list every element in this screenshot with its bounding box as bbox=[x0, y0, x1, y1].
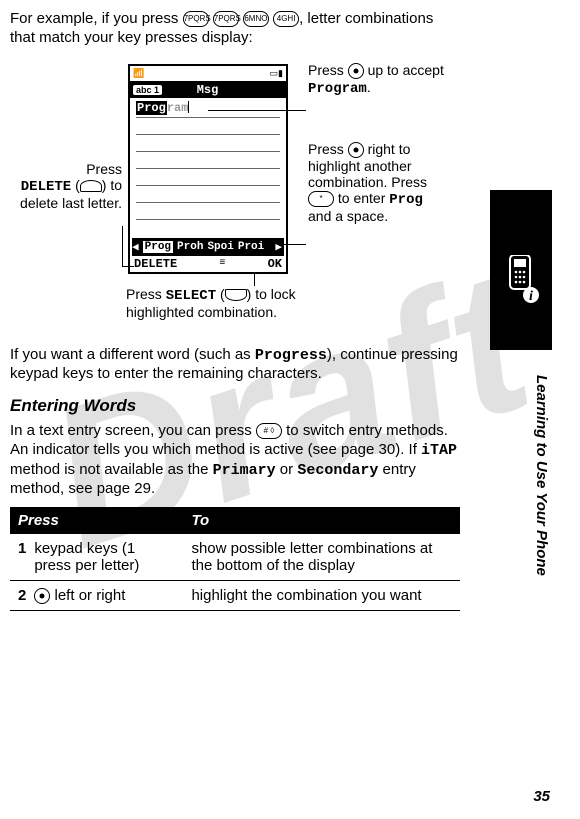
key-4-icon: 4GHI bbox=[273, 11, 299, 27]
battery-icon: ▭▮ bbox=[270, 68, 283, 79]
callout-highlight: Press right to highlight another combina… bbox=[308, 141, 443, 225]
para-entry-methods: In a text entry screen, you can press # … bbox=[10, 422, 460, 499]
diagram-area: 📶 ▭▮ abc 1 Msg Program ◀ P bbox=[10, 56, 460, 336]
suggestion-item: Proi bbox=[238, 241, 264, 253]
key-7-icon: 7PQRS bbox=[183, 11, 209, 27]
svg-text:i: i bbox=[529, 289, 533, 304]
softkey-right: OK bbox=[268, 257, 282, 271]
callout-accept: Press up to accept Program. bbox=[308, 62, 448, 97]
screen-title: Msg bbox=[162, 83, 253, 97]
suggestions-left-arrow-icon: ◀ bbox=[132, 240, 139, 254]
entry-mode-badge: abc 1 bbox=[133, 85, 162, 95]
para-different-word: If you want a different word (such as Pr… bbox=[10, 346, 460, 385]
softkey-left: DELETE bbox=[134, 257, 177, 271]
suggestion-item: Spoi bbox=[207, 241, 233, 253]
star-key-icon: * bbox=[308, 191, 334, 207]
leader-line bbox=[282, 244, 306, 245]
side-black-tab: i bbox=[490, 190, 552, 350]
left-softkey-icon bbox=[80, 180, 102, 192]
cursor-icon bbox=[188, 101, 189, 113]
chapter-side-text: Learning to Use Your Phone bbox=[533, 375, 550, 576]
suggestions-bar: ◀ Prog Proh Spoi Proi ▶ bbox=[132, 238, 284, 256]
table-head-press: Press bbox=[10, 507, 183, 534]
right-softkey-icon bbox=[225, 289, 247, 301]
title-bar: abc 1 Msg bbox=[130, 82, 286, 98]
callout-delete: Press DELETE () to delete last letter. bbox=[10, 161, 122, 211]
row-to: highlight the combination you want bbox=[183, 581, 460, 611]
suggestion-selected: Prog bbox=[143, 241, 173, 253]
suggestion-item: Proh bbox=[177, 241, 203, 253]
suggestions-right-arrow-icon: ▶ bbox=[275, 240, 282, 254]
predicted-grey: ram bbox=[167, 101, 189, 115]
status-bar: 📶 ▭▮ bbox=[130, 66, 286, 82]
page-number: 35 bbox=[533, 788, 550, 805]
entered-highlight: Prog bbox=[136, 101, 167, 115]
heading-entering-words: Entering Words bbox=[10, 396, 460, 416]
leader-line bbox=[254, 274, 255, 286]
table-head-to: To bbox=[183, 507, 460, 534]
hash-key-icon: # ◊ bbox=[256, 423, 282, 439]
nav-key-icon bbox=[348, 63, 364, 79]
intro-prefix: For example, if you press bbox=[10, 10, 183, 27]
intro-paragraph: For example, if you press 7PQRS 7PQRS 6M… bbox=[10, 10, 460, 48]
table-row: 1 keypad keys (1 press per letter) show … bbox=[10, 534, 460, 581]
leader-line bbox=[122, 266, 134, 267]
text-entry-area: Program bbox=[130, 98, 286, 238]
phone-icon: i bbox=[504, 255, 540, 305]
nav-key-icon bbox=[34, 588, 50, 604]
softkey-bar: DELETE ≡ OK bbox=[130, 256, 286, 272]
menu-icon: ≡ bbox=[219, 258, 225, 269]
signal-icon: 📶 bbox=[133, 68, 144, 79]
row-to: show possible letter combinations at the… bbox=[183, 534, 460, 581]
row-press: keypad keys (1 press per letter) bbox=[26, 534, 183, 581]
row-press: left or right bbox=[26, 581, 183, 611]
instructions-table: Press To 1 keypad keys (1 press per lett… bbox=[10, 507, 460, 611]
key-7-icon: 7PQRS bbox=[213, 11, 239, 27]
callout-select: Press SELECT () to lock highlighted comb… bbox=[126, 286, 346, 320]
leader-line bbox=[208, 110, 306, 111]
row-number: 2 bbox=[10, 581, 26, 611]
row-number: 1 bbox=[10, 534, 26, 581]
leader-line bbox=[122, 226, 123, 266]
phone-screen: 📶 ▭▮ abc 1 Msg Program ◀ P bbox=[128, 64, 288, 274]
key-6-icon: 6MNO bbox=[243, 11, 269, 27]
table-row: 2 left or right highlight the combinatio… bbox=[10, 581, 460, 611]
nav-key-icon bbox=[348, 142, 364, 158]
